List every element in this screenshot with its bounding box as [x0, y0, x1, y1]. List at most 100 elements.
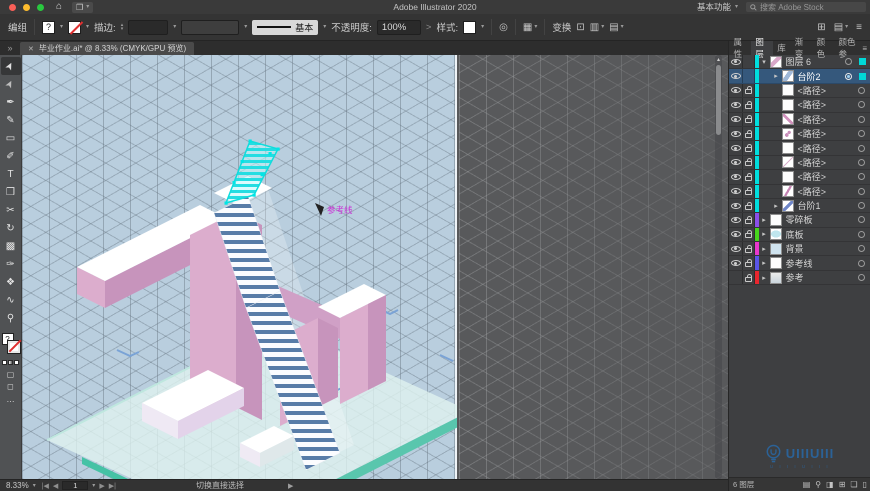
delete-layer-icon[interactable]: ▯ — [863, 480, 867, 489]
tab-properties[interactable]: 属性 — [729, 37, 751, 59]
target-circle-icon[interactable] — [858, 216, 865, 224]
target-circle-icon[interactable] — [858, 101, 865, 109]
last-artboard-button[interactable]: ▶| — [109, 482, 116, 490]
visibility-eye-icon[interactable] — [730, 216, 741, 223]
distribute-objects-icon[interactable]: ▤ ▾ — [609, 22, 623, 33]
layer-row[interactable]: ▾ 图层 6 — [729, 55, 870, 70]
close-window-button[interactable] — [9, 3, 16, 11]
align-objects-icon[interactable]: ▥ ▾ — [590, 22, 604, 33]
status-options-icon[interactable]: ▶ — [288, 482, 293, 490]
layer-row[interactable]: <路径> — [729, 98, 870, 113]
new-layer-icon[interactable]: ❏ — [850, 480, 857, 489]
layer-row[interactable]: ▸ 底板 — [729, 227, 870, 243]
layout-switcher[interactable]: ❒ ▾ — [72, 1, 94, 13]
target-circle-icon[interactable] — [858, 158, 865, 166]
close-tab-icon[interactable]: ✕ — [28, 45, 34, 53]
eyedropper-tool[interactable]: ✑ — [1, 255, 21, 273]
target-circle-icon[interactable] — [858, 187, 865, 195]
target-circle-icon[interactable] — [858, 230, 865, 238]
layer-name[interactable]: 参考线 — [782, 257, 813, 270]
scissors-tool[interactable]: ✂ — [1, 201, 21, 219]
color-type-buttons[interactable] — [2, 360, 19, 365]
expand-chevron-icon[interactable]: ▸ — [759, 230, 770, 238]
pasteboard[interactable] — [459, 55, 728, 479]
transform-link[interactable]: 变换 — [552, 20, 571, 34]
visibility-eye-icon[interactable] — [730, 173, 741, 180]
direct-selection-tool[interactable]: ➤ — [1, 75, 21, 93]
layer-name[interactable]: 图层 6 — [782, 55, 812, 68]
paintbrush-tool[interactable]: ✐ — [1, 147, 21, 165]
stroke-weight-stepper[interactable]: ▴ ▾ — [121, 23, 124, 32]
chevron-down-icon[interactable]: ▾ — [173, 24, 176, 30]
workspace-panels-icon[interactable]: ▤ ▾ — [834, 22, 848, 33]
chevron-down-icon[interactable]: ▾ — [60, 24, 63, 30]
artboard-pages-tool[interactable]: ❒ — [1, 183, 21, 201]
visibility-eye-icon[interactable] — [730, 188, 741, 195]
lock-icon[interactable] — [745, 115, 752, 124]
stroke-color-swatch[interactable] — [68, 20, 82, 34]
target-circle-icon[interactable] — [858, 144, 865, 152]
workspace-switcher[interactable]: 基本功能 ▾ — [697, 1, 738, 13]
tab-color[interactable]: 颜色 — [812, 37, 834, 59]
visibility-eye-icon[interactable] — [730, 87, 741, 94]
layer-row[interactable]: ▸ 参考 — [729, 270, 870, 286]
layer-row[interactable]: ▸ 参考线 — [729, 256, 870, 271]
layer-row[interactable]: ▸ 背景 — [729, 242, 870, 257]
zoom-level-control[interactable]: 8.33% ▾ — [6, 481, 36, 490]
graphic-style-swatch[interactable] — [463, 20, 477, 34]
layer-row[interactable]: <路径> — [729, 184, 870, 199]
layer-row[interactable]: ▸ 台阶2 — [729, 69, 870, 84]
expand-chevron-icon[interactable]: ▾ — [759, 58, 770, 66]
opacity-input[interactable]: 100% — [376, 19, 421, 35]
visibility-eye-icon[interactable] — [730, 231, 741, 238]
visibility-eye-icon[interactable] — [730, 101, 741, 108]
layer-row[interactable]: <路径> — [729, 155, 870, 171]
rotate-tool[interactable]: ↻ — [1, 219, 21, 237]
layer-row[interactable]: <路径> — [729, 141, 870, 156]
color-button[interactable] — [2, 360, 7, 365]
layer-row[interactable]: <路径> — [729, 83, 870, 99]
target-circle-icon[interactable] — [858, 202, 865, 210]
scroll-up-icon[interactable]: ▴ — [715, 56, 722, 63]
canvas[interactable]: 参考线 ▴ — [22, 55, 728, 479]
home-icon[interactable]: ⌂ — [56, 2, 62, 12]
target-circle-icon[interactable] — [858, 173, 865, 181]
layer-row[interactable]: ▸ 零碎板 — [729, 213, 870, 228]
target-circle-icon[interactable] — [858, 130, 865, 138]
visibility-eye-icon[interactable] — [730, 245, 741, 252]
canvas-vertical-scrollbar[interactable]: ▴ — [715, 55, 722, 479]
visibility-eye-icon[interactable] — [730, 202, 741, 209]
tab-color-guide[interactable]: 颜色参 — [834, 37, 862, 59]
isometric-artwork[interactable]: 参考线 — [22, 55, 457, 479]
gradient-button[interactable] — [8, 360, 13, 365]
visibility-eye-icon[interactable] — [730, 159, 741, 166]
none-button[interactable] — [14, 360, 19, 365]
new-sublayer-icon[interactable]: ⊞ — [839, 480, 846, 489]
visibility-eye-icon[interactable] — [730, 145, 741, 152]
layer-row[interactable]: <路径> — [729, 112, 870, 127]
layer-name[interactable]: 背景 — [782, 242, 804, 255]
bounding-box-icon[interactable]: ⊡ — [576, 22, 584, 33]
fill-stroke-indicator[interactable]: ? — [1, 333, 21, 355]
expand-chevron-icon[interactable]: ▸ — [759, 245, 770, 253]
layer-row[interactable]: <路径> — [729, 170, 870, 185]
lock-icon[interactable] — [745, 273, 752, 282]
panel-menu-icon[interactable]: ≡ — [862, 44, 870, 53]
lock-icon[interactable] — [745, 201, 752, 210]
screen-mode-icon[interactable]: ◻ — [7, 382, 14, 391]
lock-icon[interactable] — [745, 244, 752, 253]
lock-icon[interactable] — [745, 187, 752, 196]
zoom-tool[interactable]: ⚲ — [1, 309, 21, 327]
layer-name[interactable]: 参考 — [782, 271, 804, 284]
edit-toolbar-icon[interactable]: ⋯ — [7, 397, 15, 406]
expand-chevron-icon[interactable]: ▸ — [759, 274, 770, 282]
artboard-number-input[interactable]: 1 — [62, 481, 89, 490]
recolor-artwork-icon[interactable]: ◎ — [499, 22, 508, 33]
layer-name[interactable]: <路径> — [794, 170, 827, 183]
adobe-stock-search-input[interactable]: 搜索 Adobe Stock — [746, 2, 866, 12]
first-artboard-button[interactable]: |◀ — [42, 482, 49, 490]
control-bar-menu-icon[interactable]: ≡ — [856, 22, 862, 33]
visibility-eye-icon[interactable] — [730, 130, 741, 137]
target-circle-icon[interactable] — [845, 72, 852, 80]
tab-gradient[interactable]: 渐变 — [790, 37, 812, 59]
